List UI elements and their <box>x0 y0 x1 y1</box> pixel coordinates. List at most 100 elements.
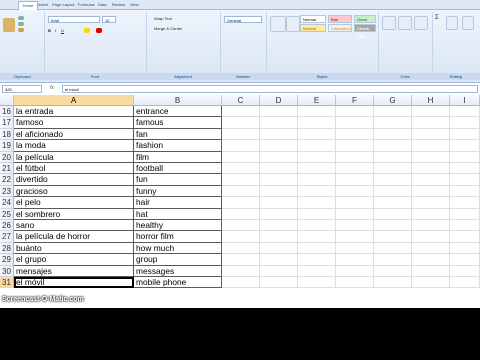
cell-a[interactable]: el aficionado <box>14 128 134 141</box>
cell-h[interactable] <box>412 254 450 266</box>
cell-b[interactable]: film <box>134 151 222 163</box>
cell-g[interactable] <box>374 140 412 152</box>
cell-i[interactable] <box>450 185 480 198</box>
cell-c[interactable] <box>222 117 260 129</box>
cell-f[interactable] <box>336 117 374 129</box>
cell-i[interactable] <box>450 277 480 289</box>
cell-a[interactable]: el fútbol <box>14 163 134 175</box>
cell-a[interactable]: la película de horror <box>14 231 134 243</box>
cell-f[interactable] <box>336 163 374 175</box>
cell-a[interactable]: la película <box>14 151 134 163</box>
italic-icon[interactable]: I <box>55 28 56 33</box>
cell-g[interactable] <box>374 117 412 129</box>
cell-g[interactable] <box>374 151 412 163</box>
cell-c[interactable] <box>222 163 260 175</box>
autosum-icon[interactable]: Σ <box>435 15 439 21</box>
row-header[interactable]: 27 <box>0 231 14 243</box>
cell-h[interactable] <box>412 117 450 129</box>
cell-e[interactable] <box>298 254 336 266</box>
cell-d[interactable] <box>260 277 298 289</box>
insert-cells-icon[interactable] <box>382 16 396 30</box>
bold-icon[interactable]: B <box>48 28 51 33</box>
cell-d[interactable] <box>260 242 298 255</box>
paste-icon[interactable] <box>3 18 15 32</box>
cell-c[interactable] <box>222 265 260 277</box>
font-color-icon[interactable] <box>96 28 102 33</box>
cell-g[interactable] <box>374 231 412 243</box>
cell-c[interactable] <box>222 242 260 255</box>
sort-filter-icon[interactable] <box>446 16 458 30</box>
row-header[interactable]: 21 <box>0 163 14 175</box>
formula-input[interactable]: el móvil <box>62 85 478 93</box>
cell-b[interactable]: entrance <box>134 106 222 118</box>
cell-b[interactable]: healthy <box>134 220 222 232</box>
column-header-b[interactable]: B <box>134 95 222 106</box>
cell-d[interactable] <box>260 208 298 220</box>
cell-d[interactable] <box>260 265 298 277</box>
cell-e[interactable] <box>298 242 336 255</box>
cell-b[interactable]: horror film <box>134 231 222 243</box>
cell-i[interactable] <box>450 128 480 141</box>
cell-g[interactable] <box>374 208 412 220</box>
conditional-formatting-icon[interactable] <box>270 16 286 32</box>
cell-d[interactable] <box>260 128 298 141</box>
cell-g[interactable] <box>374 185 412 198</box>
format-painter-icon[interactable] <box>18 28 24 32</box>
cell-b[interactable]: funny <box>134 185 222 198</box>
format-as-table-icon[interactable] <box>286 16 300 32</box>
column-header-c[interactable]: C <box>222 95 260 106</box>
cell-b[interactable]: hat <box>134 208 222 220</box>
cell-f[interactable] <box>336 220 374 232</box>
cell-b[interactable]: fun <box>134 174 222 186</box>
cell-d[interactable] <box>260 197 298 209</box>
row-header[interactable]: 25 <box>0 208 14 220</box>
cell-i[interactable] <box>450 220 480 232</box>
style-normal[interactable]: Normal <box>300 15 326 23</box>
row-header[interactable]: 26 <box>0 220 14 232</box>
column-header-f[interactable]: F <box>336 95 374 106</box>
style-neutral[interactable]: Neutral <box>300 24 326 32</box>
cell-b[interactable]: football <box>134 163 222 175</box>
cell-f[interactable] <box>336 254 374 266</box>
cell-e[interactable] <box>298 265 336 277</box>
cell-g[interactable] <box>374 242 412 255</box>
name-box[interactable]: A31 <box>2 85 42 93</box>
row-header[interactable]: 29 <box>0 254 14 266</box>
cell-c[interactable] <box>222 151 260 163</box>
cell-i[interactable] <box>450 197 480 209</box>
cell-e[interactable] <box>298 151 336 163</box>
cell-h[interactable] <box>412 185 450 198</box>
row-header[interactable]: 24 <box>0 197 14 209</box>
cell-c[interactable] <box>222 185 260 198</box>
cell-c[interactable] <box>222 208 260 220</box>
column-header-d[interactable]: D <box>260 95 298 106</box>
cell-e[interactable] <box>298 277 336 289</box>
cell-h[interactable] <box>412 106 450 118</box>
row-header[interactable]: 22 <box>0 174 14 186</box>
fill-color-icon[interactable] <box>84 28 90 33</box>
column-header-g[interactable]: G <box>374 95 412 106</box>
cut-icon[interactable] <box>18 16 24 20</box>
cell-f[interactable] <box>336 151 374 163</box>
cell-d[interactable] <box>260 140 298 152</box>
cell-a[interactable]: el grupo <box>14 254 134 266</box>
cell-g[interactable] <box>374 265 412 277</box>
find-select-icon[interactable] <box>462 16 474 30</box>
tab-review[interactable]: Review <box>112 1 125 9</box>
column-header-a[interactable]: A <box>14 95 134 106</box>
cell-h[interactable] <box>412 128 450 141</box>
cell-a[interactable]: buánto <box>14 242 134 255</box>
row-header[interactable]: 19 <box>0 140 14 152</box>
cell-e[interactable] <box>298 208 336 220</box>
cell-h[interactable] <box>412 242 450 255</box>
cell-i[interactable] <box>450 174 480 186</box>
cell-a[interactable]: sano <box>14 220 134 232</box>
fx-icon[interactable]: fx <box>50 85 54 91</box>
row-header[interactable]: 31 <box>0 277 14 289</box>
style-check-cell[interactable]: Check Cell <box>354 24 376 39</box>
cell-e[interactable] <box>298 185 336 198</box>
font-name-box[interactable]: Arial <box>48 16 100 23</box>
cell-a[interactable]: el sombrero <box>14 208 134 220</box>
cell-g[interactable] <box>374 174 412 186</box>
cell-g[interactable] <box>374 106 412 118</box>
